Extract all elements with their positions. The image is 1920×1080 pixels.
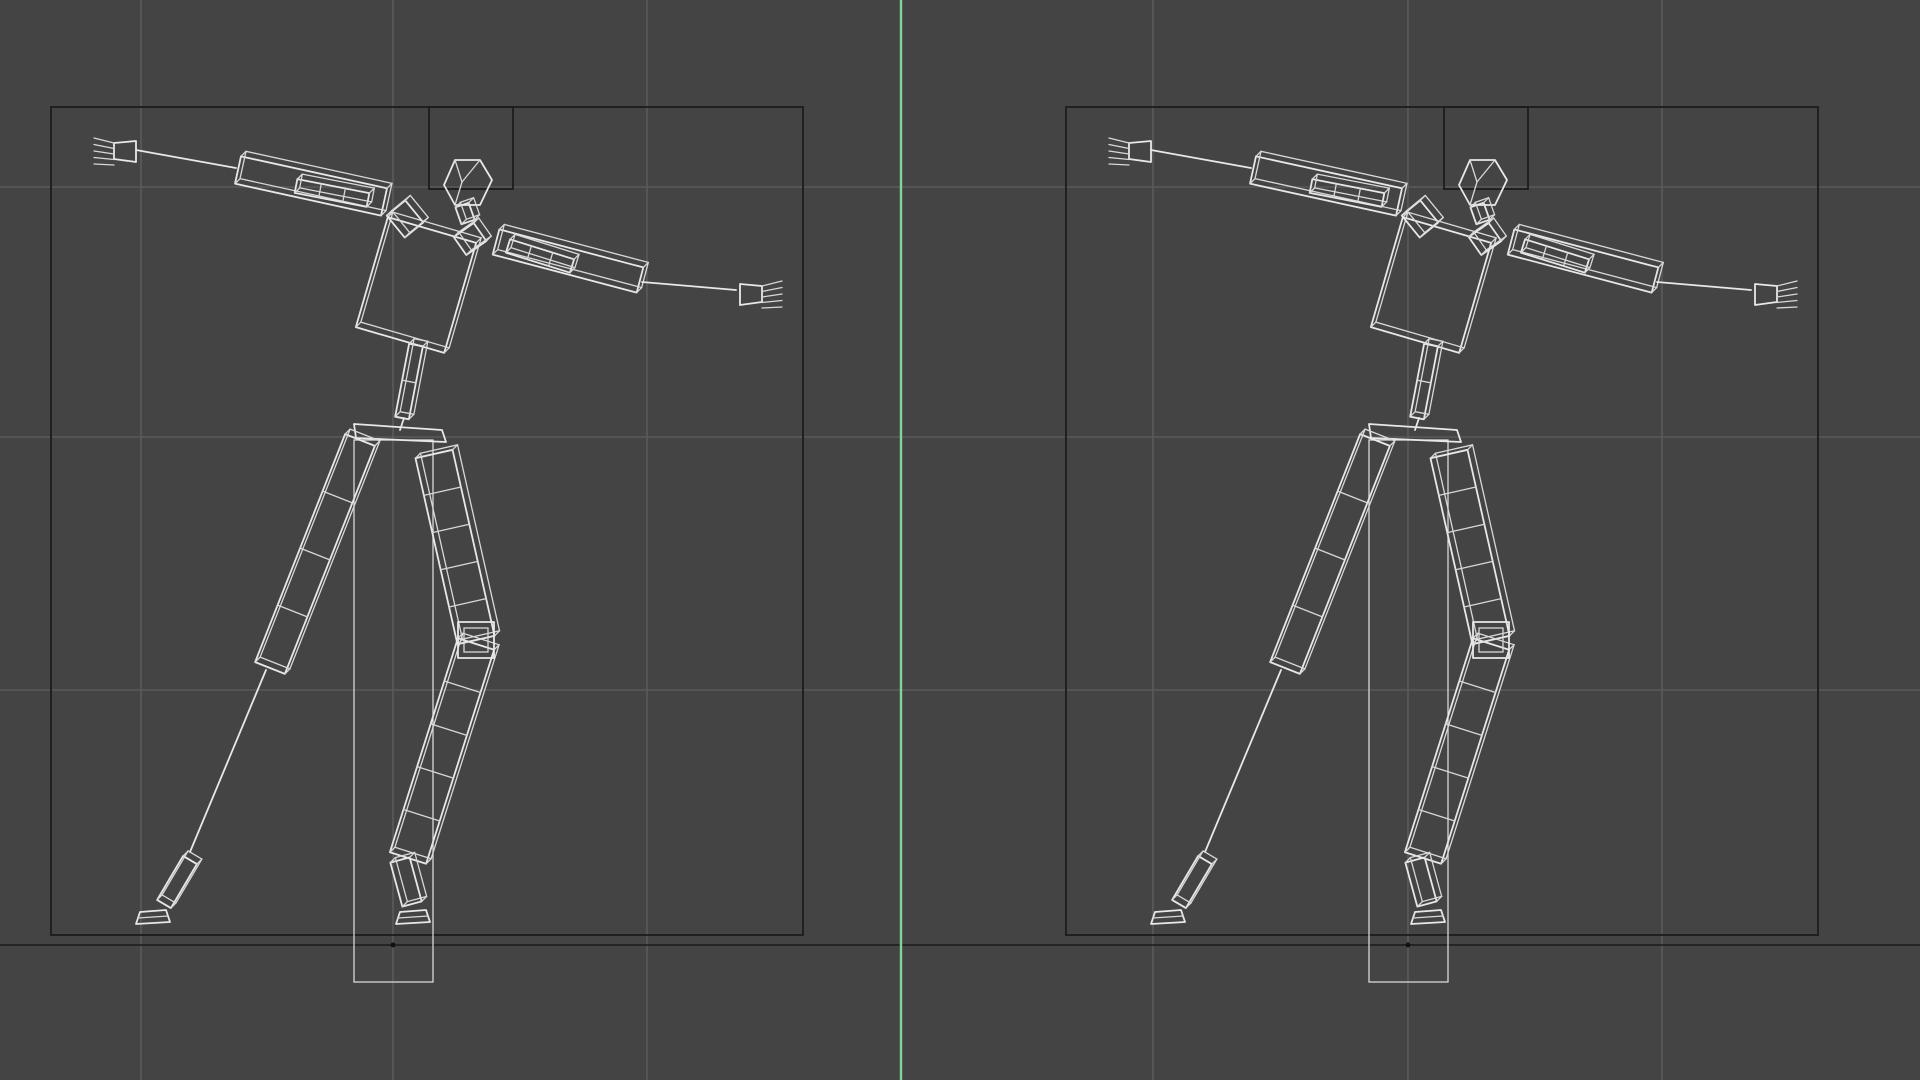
right-ankle-bone[interactable] xyxy=(389,851,428,908)
right-forearm-bone[interactable] xyxy=(641,281,737,291)
left-thigh-bone[interactable] xyxy=(1269,428,1396,675)
right-clavicle-bone[interactable] xyxy=(452,217,493,256)
right-hand-bone[interactable] xyxy=(1754,280,1798,309)
left-hand-bone[interactable] xyxy=(1108,137,1152,166)
pelvis-bone[interactable] xyxy=(1368,423,1462,443)
spine-bone[interactable] xyxy=(394,337,429,421)
torso-bone[interactable] xyxy=(354,211,482,354)
viewport-grid xyxy=(0,0,1920,1080)
pelvis-bone[interactable] xyxy=(353,423,447,443)
left-upperarm-bone[interactable] xyxy=(234,150,393,217)
right-thigh-bone[interactable] xyxy=(414,444,501,646)
torso-bone[interactable] xyxy=(1369,211,1497,354)
viewport-right[interactable] xyxy=(1065,106,1819,983)
left-calf-bone[interactable] xyxy=(189,669,267,853)
left-foot-bone[interactable] xyxy=(1150,909,1186,925)
root-pivot-marker[interactable] xyxy=(1405,942,1411,948)
left-forearm-twist[interactable] xyxy=(293,173,376,208)
right-ankle-bone[interactable] xyxy=(1404,851,1443,908)
left-upperarm-bone[interactable] xyxy=(1249,150,1408,217)
right-clavicle-bone[interactable] xyxy=(1467,217,1508,256)
head-bone[interactable] xyxy=(443,159,493,206)
root-pivot-marker[interactable] xyxy=(390,942,396,948)
right-foot-bone[interactable] xyxy=(395,909,431,925)
left-forearm-twist[interactable] xyxy=(1308,173,1391,208)
left-forearm-bone[interactable] xyxy=(135,149,237,169)
left-forearm-bone[interactable] xyxy=(1150,149,1252,169)
left-thigh-bone[interactable] xyxy=(254,428,381,675)
spine-bone[interactable] xyxy=(1409,337,1444,421)
right-thigh-bone[interactable] xyxy=(1429,444,1516,646)
head-bounding-box[interactable] xyxy=(1443,106,1529,190)
viewport-left[interactable] xyxy=(50,106,804,983)
left-ankle-bone[interactable] xyxy=(156,850,203,909)
left-ankle-bone[interactable] xyxy=(1171,850,1218,909)
right-hand-bone[interactable] xyxy=(739,280,783,309)
right-calf-bone[interactable] xyxy=(388,632,500,865)
right-forearm-bone[interactable] xyxy=(1656,281,1752,291)
bounding-frame[interactable] xyxy=(1065,106,1819,936)
viewport-canvas[interactable] xyxy=(0,0,1920,1080)
head-bone[interactable] xyxy=(1458,159,1508,206)
left-calf-bone[interactable] xyxy=(1204,669,1282,853)
right-calf-bone[interactable] xyxy=(1403,632,1515,865)
right-foot-bone[interactable] xyxy=(1410,909,1446,925)
bounding-frame[interactable] xyxy=(50,106,804,936)
head-bounding-box[interactable] xyxy=(428,106,514,190)
left-hand-bone[interactable] xyxy=(93,137,137,166)
